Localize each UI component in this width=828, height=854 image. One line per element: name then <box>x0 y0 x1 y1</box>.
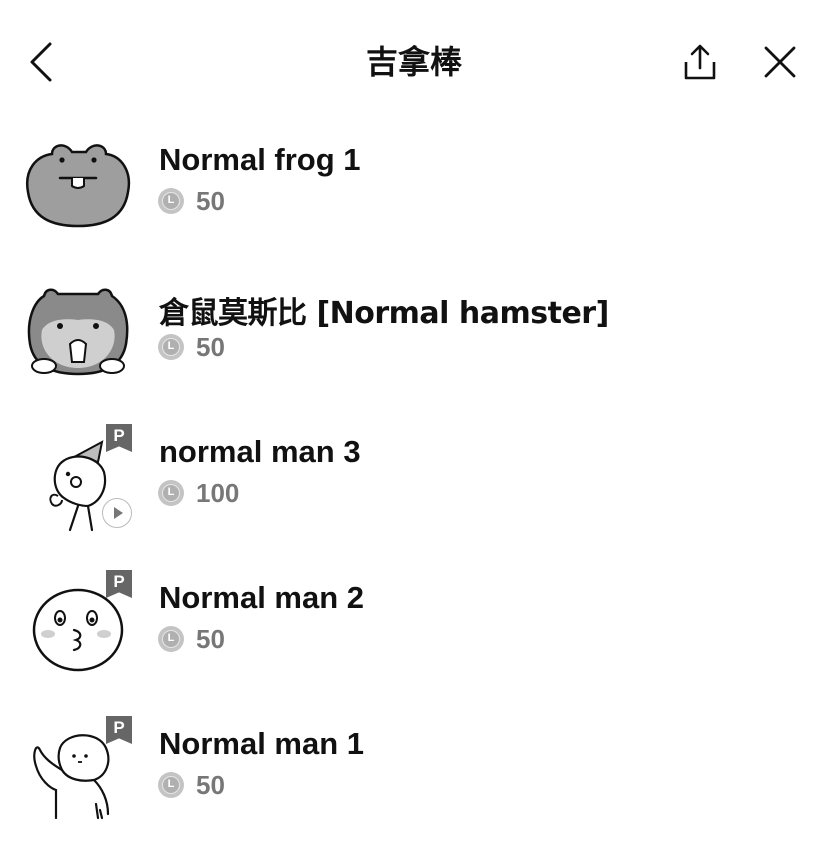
man-waving-sticker-thumbnail: P <box>22 716 134 828</box>
frog-sticker-thumbnail <box>22 134 134 244</box>
play-icon[interactable] <box>102 498 132 528</box>
back-button[interactable] <box>18 38 62 86</box>
price-value: 50 <box>196 331 225 362</box>
line-coin-icon: L <box>158 626 184 652</box>
sticker-name: normal man 3 <box>159 434 361 469</box>
price: L 50 <box>158 186 225 216</box>
price: L 50 <box>158 332 225 362</box>
price: L 50 <box>158 624 225 654</box>
close-icon <box>764 46 796 78</box>
price: L 100 <box>158 478 239 508</box>
line-coin-icon: L <box>158 334 184 360</box>
price-value: 100 <box>196 477 240 508</box>
list-item[interactable]: Normal frog 1 L 50 <box>0 124 828 270</box>
page-title: 吉拿棒 <box>365 43 462 81</box>
hamster-sticker-thumbnail <box>22 280 134 390</box>
list-item[interactable]: P normal man 3 L 100 <box>0 416 828 562</box>
close-button[interactable] <box>756 38 804 86</box>
price-value: 50 <box>196 769 225 800</box>
line-coin-icon: L <box>158 188 184 214</box>
sticker-name: Normal frog 1 <box>159 142 361 177</box>
price: L 50 <box>158 770 225 800</box>
line-coin-icon: L <box>158 480 184 506</box>
list-item[interactable]: 倉鼠莫斯比 [Normal hamster] L 50 <box>0 270 828 416</box>
sticker-name: 倉鼠莫斯比 [Normal hamster] <box>159 296 609 331</box>
sticker-name: Normal man 2 <box>159 580 365 615</box>
list-item[interactable]: P Normal man 1 L 50 <box>0 708 828 854</box>
line-coin-icon: L <box>158 772 184 798</box>
price-value: 50 <box>196 185 225 216</box>
list-item[interactable]: P Normal man 2 L 50 <box>0 562 828 708</box>
header-bar: 吉拿棒 <box>0 0 828 124</box>
man-party-hat-sticker-thumbnail: P <box>22 424 134 536</box>
man-face-sticker-thumbnail: P <box>22 570 134 682</box>
price-value: 50 <box>196 623 225 654</box>
share-button[interactable] <box>676 38 724 86</box>
sticker-name: Normal man 1 <box>159 726 365 761</box>
chevron-left-icon <box>30 42 52 82</box>
share-icon <box>684 44 716 80</box>
